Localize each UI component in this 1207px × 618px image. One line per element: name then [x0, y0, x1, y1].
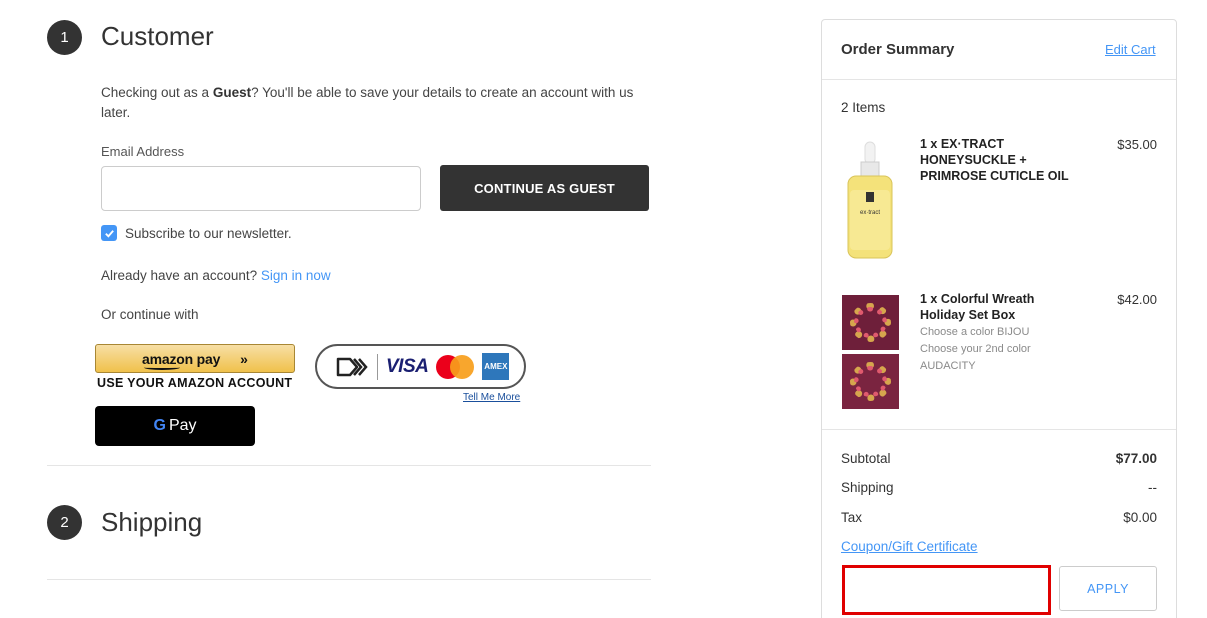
- item-2-price: $42.00: [1117, 292, 1157, 307]
- account-prompt-text: Already have an account?: [101, 268, 258, 283]
- order-summary-title: Order Summary: [841, 41, 955, 58]
- email-field[interactable]: [101, 166, 421, 211]
- apply-coupon-button[interactable]: APPLY: [1059, 566, 1157, 611]
- account-prompt: Already have an account? Sign in now: [101, 268, 331, 283]
- wreath-box-image: [842, 295, 899, 350]
- section-divider: [47, 465, 651, 466]
- guest-notice-bold: Guest: [212, 85, 252, 100]
- visa-logo: VISA: [386, 355, 429, 377]
- gpay-label: Pay: [168, 417, 197, 434]
- coupon-code-input[interactable]: [842, 565, 1051, 615]
- click-to-pay-button[interactable]: VISA AMEX: [315, 344, 526, 389]
- tell-me-more-link[interactable]: Tell Me More: [463, 392, 520, 403]
- tax-value: $0.00: [1123, 510, 1157, 525]
- cuticle-oil-image: ex·tract: [847, 141, 893, 259]
- subtotal-value: $77.00: [1115, 451, 1157, 466]
- guest-notice: Checking out as a Guest? You'll be able …: [101, 83, 661, 123]
- amazon-pay-button[interactable]: amazon pay »: [95, 344, 295, 373]
- email-label: Email Address: [101, 144, 185, 159]
- or-continue-label: Or continue with: [101, 307, 199, 322]
- edit-cart-link[interactable]: Edit Cart: [1105, 42, 1156, 57]
- amazon-caption: USE YOUR AMAZON ACCOUNT: [97, 376, 293, 390]
- shipping-title: Shipping: [101, 507, 203, 537]
- svg-text:ex·tract: ex·tract: [860, 210, 880, 216]
- item-1-name: 1 x EX·TRACT HONEYSUCKLE + PRIMROSE CUTI…: [920, 137, 1069, 183]
- mastercard-icon: [436, 354, 475, 379]
- guest-notice-prefix: Checking out as a: [101, 85, 213, 100]
- amex-logo: AMEX: [482, 353, 510, 380]
- section-divider: [47, 579, 651, 580]
- double-chevron-icon: »: [240, 350, 248, 367]
- item-2-name: 1 x Colorful Wreath Holiday Set Box: [920, 292, 1035, 322]
- items-count: 2 Items: [841, 100, 886, 115]
- wreath-box-image-2: [842, 354, 899, 409]
- continue-as-guest-button[interactable]: CONTINUE AS GUEST: [440, 165, 649, 211]
- sign-in-link[interactable]: Sign in now: [261, 268, 331, 283]
- click-to-pay-icon: [336, 357, 368, 376]
- google-g-icon: G: [153, 417, 166, 434]
- newsletter-checkbox[interactable]: [101, 225, 117, 241]
- item-1-price: $35.00: [1117, 137, 1157, 152]
- shipping-value: --: [1148, 480, 1157, 495]
- item-2-option: Choose a color BIJOU: [920, 326, 1030, 338]
- summary-divider: [822, 79, 1176, 80]
- tax-label: Tax: [841, 510, 863, 525]
- summary-divider: [822, 429, 1176, 430]
- item-2-option: Choose your 2nd color AUDACITY: [920, 343, 1031, 372]
- shipping-label: Shipping: [841, 480, 894, 495]
- checkmark-icon: [104, 229, 114, 238]
- step-2-badge: 2: [47, 505, 82, 540]
- google-pay-button[interactable]: G Pay: [95, 406, 255, 446]
- step-1-badge: 1: [47, 20, 82, 55]
- customer-title: Customer: [101, 21, 214, 51]
- amazon-pay-logo: amazon pay: [142, 351, 220, 370]
- newsletter-label[interactable]: Subscribe to our newsletter.: [125, 226, 292, 241]
- coupon-gift-certificate-link[interactable]: Coupon/Gift Certificate: [841, 539, 978, 554]
- separator: [377, 353, 378, 380]
- subtotal-label: Subtotal: [841, 451, 891, 466]
